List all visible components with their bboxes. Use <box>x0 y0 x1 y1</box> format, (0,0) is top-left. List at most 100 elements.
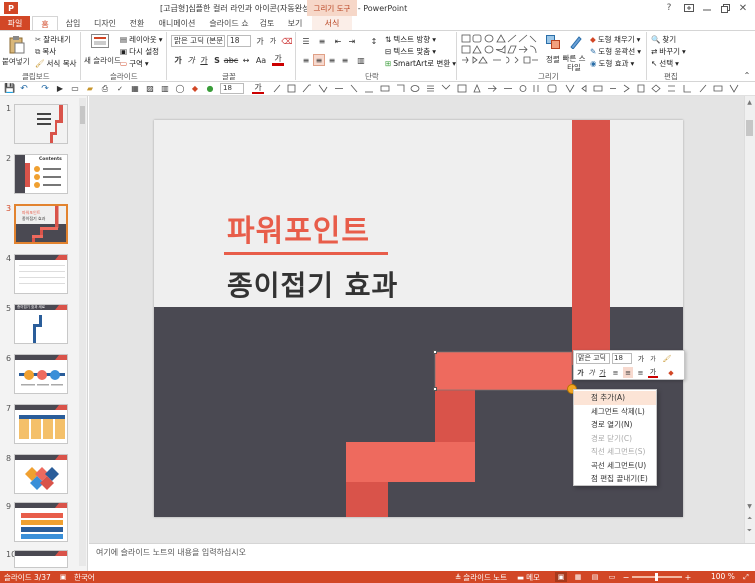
mini-format-painter-icon[interactable]: 🖌 <box>662 353 672 364</box>
slide-thumbnail-4[interactable] <box>14 254 68 294</box>
slide-thumbnail-7[interactable] <box>14 404 68 444</box>
bullets-icon[interactable]: ☰ <box>300 35 312 47</box>
numbering-icon[interactable]: ≡ <box>316 35 328 47</box>
layout-button[interactable]: ▤ 레이아웃 ▾ <box>120 34 162 45</box>
tab-slideshow[interactable]: 슬라이드 쇼 <box>204 16 254 31</box>
mini-underline-icon[interactable]: 가 <box>598 367 607 378</box>
palette-icon[interactable]: ● <box>205 83 215 94</box>
underline-icon[interactable]: 가 <box>199 54 209 66</box>
find-button[interactable]: 🔍 찾기 <box>651 34 676 45</box>
font-color-icon[interactable]: 가 <box>272 54 284 66</box>
mini-italic-icon[interactable]: 가 <box>587 367 596 378</box>
slideshow-start-icon[interactable]: ▶ <box>55 83 65 94</box>
scroll-down-icon[interactable]: ▼ <box>745 502 754 511</box>
slide-thumbnail-3[interactable]: 파워포인트 종이접기 효과 <box>14 204 68 244</box>
line-spacing-icon[interactable]: ↕ <box>368 35 380 47</box>
increase-indent-icon[interactable]: ⇥ <box>346 35 358 47</box>
slideshow-view-icon[interactable]: ▭ <box>606 572 618 582</box>
zoom-slider-thumb[interactable] <box>655 573 658 581</box>
bold-icon[interactable]: 가 <box>173 54 183 66</box>
format-painter-button[interactable]: 🖌 서식 복사 <box>35 58 77 69</box>
selection-handle[interactable] <box>433 387 437 391</box>
font-size-dropdown[interactable]: 18 <box>227 35 251 47</box>
fit-slide-icon[interactable]: ⤢ <box>740 572 752 582</box>
menu-item-straight-segment[interactable]: 직선 세그먼트(S) <box>574 445 656 459</box>
color-icon[interactable]: ◆ <box>190 83 200 94</box>
tab-format[interactable]: 서식 <box>312 16 352 31</box>
mini-shrink-font-icon[interactable]: 가 <box>648 353 658 364</box>
shape-icon[interactable]: ◯ <box>175 83 185 94</box>
mini-font-color-icon[interactable]: 가 <box>648 367 658 378</box>
change-case-icon[interactable]: Aa <box>254 54 268 66</box>
quick-styles-icon[interactable] <box>568 34 584 50</box>
prev-slide-icon[interactable]: ⏶ <box>745 514 754 523</box>
powerpoint-logo-icon[interactable]: P <box>4 2 18 14</box>
tab-insert[interactable]: 삽입 <box>60 16 86 31</box>
text-direction-button[interactable]: ⇅ 텍스트 방향 ▾ <box>385 34 436 45</box>
new-slide-button[interactable]: 새 슬라이드 <box>84 55 121 66</box>
shrink-font-icon[interactable]: 가 <box>267 35 279 47</box>
arrange-button[interactable]: 정렬 <box>546 54 560 65</box>
menu-item-open-path[interactable]: 경로 열기(N) <box>574 418 656 432</box>
help-icon[interactable]: ? <box>663 2 675 14</box>
mini-align-right-icon[interactable]: ≡ <box>636 367 645 378</box>
new-icon[interactable]: ▭ <box>70 83 80 94</box>
paste-icon[interactable] <box>8 34 26 54</box>
slide-thumbnail-8[interactable] <box>14 454 68 494</box>
decrease-indent-icon[interactable]: ⇤ <box>332 35 344 47</box>
slide-thumbnail-6[interactable] <box>14 354 68 394</box>
open-icon[interactable]: ▰ <box>85 83 95 94</box>
font-name-dropdown[interactable]: 맑은 고딕 (본문 <box>171 35 225 47</box>
justify-icon[interactable]: ≡ <box>339 54 351 66</box>
slide-thumbnail-9[interactable] <box>14 502 68 542</box>
zoom-level[interactable]: 100 % <box>711 572 735 581</box>
chart-icon[interactable]: ▥ <box>160 83 170 94</box>
new-slide-icon[interactable] <box>90 33 110 51</box>
thumbnail-scroll-thumb[interactable] <box>80 106 85 124</box>
mini-bold-icon[interactable]: 가 <box>576 367 585 378</box>
char-spacing-icon[interactable]: ↔ <box>240 54 252 66</box>
next-slide-icon[interactable]: ⏷ <box>745 526 754 535</box>
mini-grow-font-icon[interactable]: 가 <box>636 353 646 364</box>
normal-view-icon[interactable]: ▣ <box>555 572 567 582</box>
save-icon[interactable]: 💾 <box>4 83 15 94</box>
picture-icon[interactable]: ▨ <box>145 83 155 94</box>
qat-font-size[interactable]: 18 <box>220 83 244 94</box>
shape-outline-button[interactable]: ✎ 도형 윤곽선 ▾ <box>590 46 641 57</box>
shape-effects-button[interactable]: ◉ 도형 효과 ▾ <box>590 58 634 69</box>
align-right-icon[interactable]: ≡ <box>326 54 338 66</box>
selection-handle[interactable] <box>433 350 437 354</box>
tab-transitions[interactable]: 전환 <box>124 16 150 31</box>
minimize-icon[interactable] <box>700 2 714 14</box>
align-left-icon[interactable]: ≡ <box>300 54 312 66</box>
slide-thumbnail-2[interactable]: Contents <box>14 154 68 194</box>
spell-check-status-icon[interactable]: ▣ <box>58 572 68 582</box>
notes-toggle-button[interactable]: ≜ 슬라이드 노트 <box>455 572 507 583</box>
mini-fill-icon[interactable]: ◆ <box>666 367 676 378</box>
menu-item-curved-segment[interactable]: 곡선 세그먼트(U) <box>574 459 656 473</box>
tab-review[interactable]: 검토 <box>254 16 280 31</box>
zoom-out-icon[interactable]: − <box>622 572 630 582</box>
shape-fill-button[interactable]: ◆ 도형 채우기 ▾ <box>590 34 640 45</box>
mini-align-center-icon[interactable]: ≡ <box>623 367 633 378</box>
tab-file[interactable]: 파일 <box>0 16 30 31</box>
paste-button[interactable]: 붙여넣기 <box>2 56 30 67</box>
quick-styles-button[interactable]: 빠른 스타일 <box>562 54 586 72</box>
align-text-button[interactable]: ⊟ 텍스트 맞춤 ▾ <box>385 46 436 57</box>
canvas-v-scrollbar[interactable] <box>744 96 755 543</box>
columns-icon[interactable]: ▥ <box>355 54 367 66</box>
menu-item-exit-edit-points[interactable]: 점 편집 끝내기(E) <box>574 472 656 486</box>
tab-design[interactable]: 디자인 <box>88 16 122 31</box>
thumbnail-scrollbar[interactable] <box>79 98 86 566</box>
redo-icon[interactable]: ↷ <box>40 83 50 94</box>
spelling-icon[interactable]: ✓ <box>115 83 125 94</box>
slide-thumbnail-5[interactable]: 종이접기 효과 세로 <box>14 304 68 344</box>
zoom-in-icon[interactable]: + <box>684 572 692 582</box>
shadow-icon[interactable]: S <box>212 54 222 66</box>
close-icon[interactable]: ✕ <box>736 2 750 14</box>
status-language[interactable]: 한국어 <box>74 572 95 583</box>
tab-view[interactable]: 보기 <box>282 16 308 31</box>
replace-button[interactable]: ⇄ 바꾸기 ▾ <box>651 46 686 57</box>
align-center-icon[interactable]: ≡ <box>313 54 325 66</box>
select-button[interactable]: ↖ 선택 ▾ <box>651 58 679 69</box>
